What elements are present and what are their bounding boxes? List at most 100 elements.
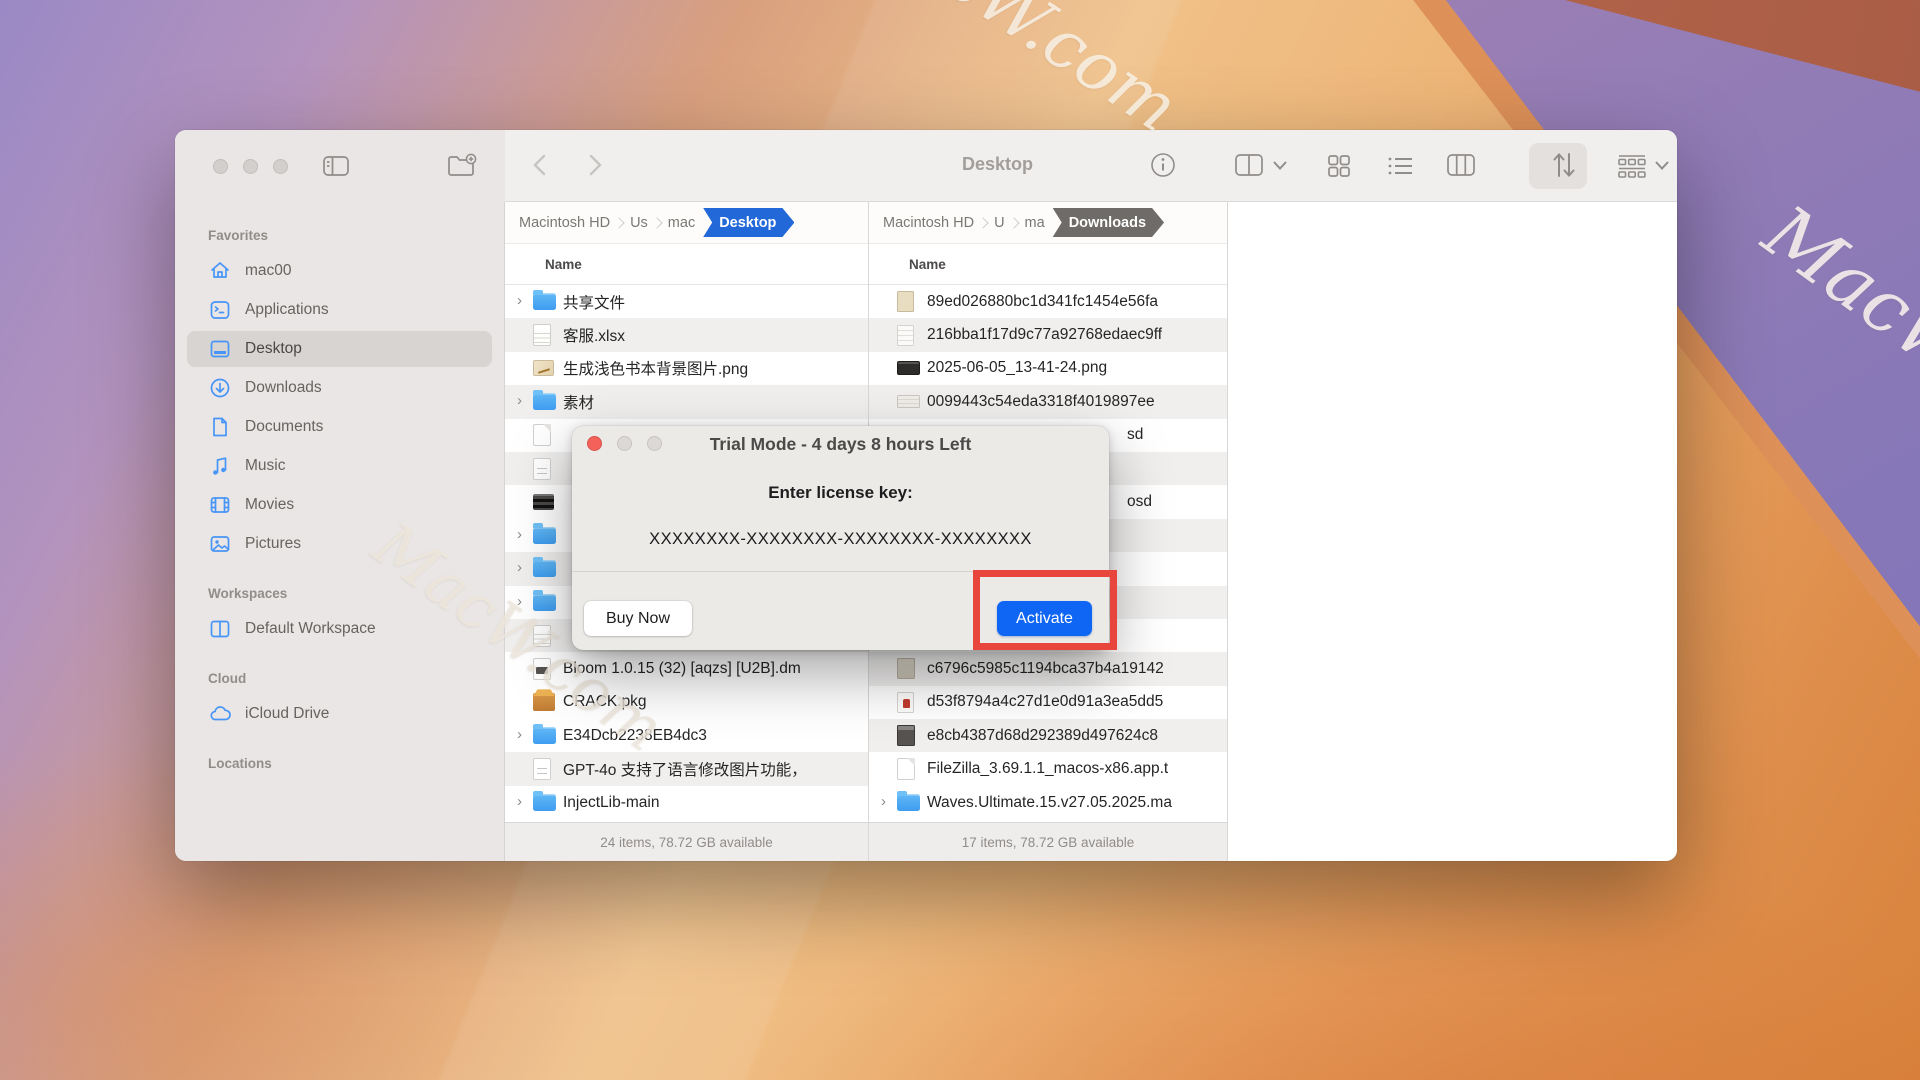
thumb-figure-file-icon bbox=[897, 692, 927, 713]
sidebar-section-title: Workspaces bbox=[208, 586, 504, 601]
sidebar-toggle-icon[interactable] bbox=[323, 154, 349, 178]
sidebar-item-icloud-drive[interactable]: iCloud Drive bbox=[187, 696, 492, 732]
sidebar-item-desktop[interactable]: Desktop bbox=[187, 331, 492, 367]
license-prompt: Enter license key: bbox=[572, 483, 1109, 503]
disclosure-chevron-icon[interactable]: › bbox=[517, 560, 533, 575]
page-lines-file-icon bbox=[533, 758, 563, 780]
left-status-bar: 24 items, 78.72 GB available bbox=[505, 822, 868, 861]
group-chevron-down-icon[interactable] bbox=[1655, 161, 1669, 170]
file-row[interactable]: ›d53f8794a4c27d1e0d91a3ea5dd5 bbox=[869, 686, 1227, 719]
file-row[interactable]: › Waves.Ultimate.15.v27.05.2025.ma bbox=[869, 786, 1227, 819]
file-name: 共享文件 bbox=[563, 291, 625, 313]
breadcrumb-item[interactable]: ma bbox=[1025, 215, 1045, 231]
file-name: sd bbox=[1127, 426, 1143, 444]
left-column-header[interactable]: Name bbox=[505, 243, 868, 285]
file-row[interactable]: ›c6796c5985c1194bca37b4a19142 bbox=[869, 652, 1227, 685]
file-name: Waves.Ultimate.15.v27.05.2025.ma bbox=[927, 794, 1172, 812]
file-row[interactable]: › 共享文件 bbox=[505, 285, 868, 318]
disclosure-chevron-icon[interactable]: › bbox=[517, 594, 533, 609]
sidebar-item-applications[interactable]: Applications bbox=[187, 292, 492, 328]
sidebar-item-mac00[interactable]: mac00 bbox=[187, 253, 492, 289]
breadcrumb-chevron-icon bbox=[613, 217, 624, 228]
file-row[interactable]: › 素材 bbox=[505, 385, 868, 418]
file-row[interactable]: ›2025-06-05_13-41-24.png bbox=[869, 352, 1227, 385]
license-key-input[interactable]: XXXXXXXX-XXXXXXXX-XXXXXXXX-XXXXXXXX bbox=[572, 530, 1109, 549]
list-view-icon[interactable] bbox=[1387, 154, 1413, 178]
group-by-icon[interactable] bbox=[1617, 154, 1647, 178]
file-row[interactable]: ›客服.xlsx bbox=[505, 318, 868, 351]
forward-icon[interactable] bbox=[589, 154, 602, 176]
sort-icon[interactable] bbox=[1551, 151, 1577, 179]
folder-file-icon bbox=[533, 293, 563, 310]
file-name: FileZilla_3.69.1.1_macos-x86.app.t bbox=[927, 760, 1168, 778]
right-column-header[interactable]: Name bbox=[869, 243, 1227, 285]
sidebar-item-label: Downloads bbox=[245, 379, 322, 397]
sidebar-item-documents[interactable]: Documents bbox=[187, 409, 492, 445]
sidebar-item-default-workspace[interactable]: Default Workspace bbox=[187, 611, 492, 647]
breadcrumb-item[interactable]: mac bbox=[668, 215, 695, 231]
disclosure-chevron-icon[interactable]: › bbox=[517, 727, 533, 742]
movies-icon bbox=[209, 494, 231, 516]
file-row[interactable]: ›0099443c54eda3318f4019897ee bbox=[869, 385, 1227, 418]
folder-file-icon bbox=[897, 794, 927, 811]
sidebar-item-downloads[interactable]: Downloads bbox=[187, 370, 492, 406]
page-lines-file-icon bbox=[533, 458, 563, 480]
close-button[interactable] bbox=[213, 159, 228, 174]
file-name: 生成浅色书本背景图片.png bbox=[563, 357, 748, 379]
chevron-down-icon[interactable] bbox=[1273, 161, 1287, 170]
file-row[interactable]: ›Bloom 1.0.15 (32) [aqzs] [U2B].dm bbox=[505, 652, 868, 685]
sidebar-item-label: Pictures bbox=[245, 535, 301, 553]
sidebar-item-music[interactable]: Music bbox=[187, 448, 492, 484]
sidebar-section-title: Locations bbox=[208, 756, 504, 771]
buy-now-button[interactable]: Buy Now bbox=[584, 601, 692, 636]
file-name: c6796c5985c1194bca37b4a19142 bbox=[927, 660, 1164, 678]
file-name: InjectLib-main bbox=[563, 794, 660, 812]
new-folder-icon[interactable] bbox=[447, 153, 477, 179]
disclosure-chevron-icon[interactable]: › bbox=[517, 527, 533, 542]
sidebar-item-label: Movies bbox=[245, 496, 294, 514]
disclosure-chevron-icon[interactable]: › bbox=[517, 293, 533, 308]
sidebar-item-movies[interactable]: Movies bbox=[187, 487, 492, 523]
file-row[interactable]: ›GPT-4o 支持了语言修改图片功能， bbox=[505, 752, 868, 785]
sidebar-item-label: mac00 bbox=[245, 262, 292, 280]
file-name: 素材 bbox=[563, 391, 594, 413]
left-path-bar: Macintosh HD Us mac Desktop bbox=[505, 202, 868, 243]
zoom-button[interactable] bbox=[273, 159, 288, 174]
breadcrumb-item[interactable]: Us bbox=[630, 215, 648, 231]
breadcrumb-item[interactable]: Macintosh HD bbox=[519, 215, 610, 231]
file-row[interactable]: ›e8cb4387d68d292389d497624c8 bbox=[869, 719, 1227, 752]
file-name: 客服.xlsx bbox=[563, 324, 625, 346]
empty-preview-pane bbox=[1228, 202, 1677, 861]
disclosure-chevron-icon[interactable]: › bbox=[517, 393, 533, 408]
disclosure-chevron-icon[interactable]: › bbox=[517, 794, 533, 809]
minimize-button[interactable] bbox=[243, 159, 258, 174]
file-row[interactable]: ›生成浅色书本背景图片.png bbox=[505, 352, 868, 385]
file-row[interactable]: › InjectLib-main bbox=[505, 786, 868, 819]
back-icon[interactable] bbox=[533, 154, 546, 176]
info-icon[interactable] bbox=[1150, 152, 1176, 178]
file-row[interactable]: ›CRACK.pkg bbox=[505, 686, 868, 719]
folder-file-icon bbox=[533, 527, 563, 544]
breadcrumb-item[interactable]: U bbox=[994, 215, 1004, 231]
documents-icon bbox=[209, 416, 231, 438]
thumb-dark-file-icon bbox=[897, 361, 927, 375]
grid-view-icon[interactable] bbox=[1327, 154, 1351, 178]
breadcrumb-chevron-icon bbox=[651, 217, 662, 228]
column-view-icon[interactable] bbox=[1447, 153, 1475, 177]
file-row[interactable]: ›FileZilla_3.69.1.1_macos-x86.app.t bbox=[869, 752, 1227, 785]
file-row[interactable]: ›216bba1f17d9c77a92768edaec9ff bbox=[869, 318, 1227, 351]
sidebar-item-pictures[interactable]: Pictures bbox=[187, 526, 492, 562]
split-view-icon[interactable] bbox=[1235, 153, 1263, 177]
file-row[interactable]: ›E34Dcb2238EB4dc3 bbox=[505, 719, 868, 752]
file-name: GPT-4o 支持了语言修改图片功能， bbox=[563, 758, 807, 780]
file-row[interactable]: ›89ed026880bc1d341fc1454e56fa bbox=[869, 285, 1227, 318]
disclosure-chevron-icon[interactable]: › bbox=[881, 794, 897, 809]
breadcrumb-item[interactable]: Macintosh HD bbox=[883, 215, 974, 231]
breadcrumb-selected-downloads[interactable]: Downloads bbox=[1053, 208, 1164, 237]
toolbar-sidebar-section bbox=[175, 130, 505, 202]
toolbar-main-section: Desktop bbox=[505, 130, 1677, 202]
breadcrumb-chevron-icon bbox=[1008, 217, 1019, 228]
sidebar-item-label: Default Workspace bbox=[245, 620, 376, 638]
breadcrumb-selected-desktop[interactable]: Desktop bbox=[703, 208, 794, 237]
right-status-bar: 17 items, 78.72 GB available bbox=[869, 822, 1227, 861]
